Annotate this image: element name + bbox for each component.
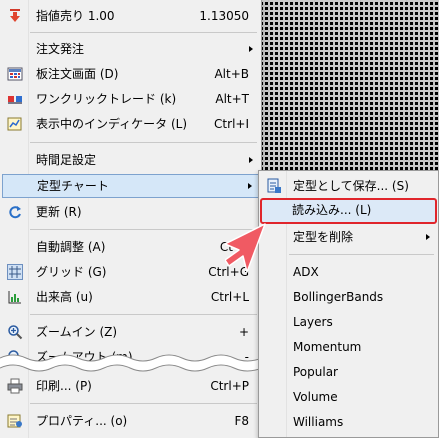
menu-item-label: 自動調整 (A) — [36, 240, 106, 254]
menu-item-label: 表示中のインディケータ (L) — [36, 117, 188, 131]
submenu-item-label: Volume — [293, 390, 338, 404]
submenu-item-label: BollingerBands — [293, 290, 384, 304]
grid-line — [406, 0, 407, 180]
menu-item-price: 1.13050 — [199, 9, 249, 23]
submenu-item-delete-template[interactable]: 定型を削除 — [261, 225, 436, 249]
submenu-arrow-icon — [249, 46, 253, 52]
menu-item-volume[interactable]: 出来高 (u) Ctrl+L — [2, 285, 259, 309]
submenu-item-label: Layers — [293, 315, 333, 329]
submenu-item-template[interactable]: ADX — [261, 260, 436, 284]
menu-separator — [30, 229, 257, 230]
submenu-item-load-template[interactable]: 読み込み... (L) — [260, 198, 437, 224]
wavy-cut-decoration — [0, 354, 262, 372]
grid-line — [258, 28, 439, 29]
submenu-item-template[interactable]: Volume — [261, 385, 436, 409]
submenu-item-label: Popular — [293, 365, 338, 379]
submenu-item-save-template[interactable]: 定型として保存... (S) — [261, 174, 436, 198]
menu-item-shortcut: Ctrl+I — [214, 117, 249, 131]
submenu-item-label: Momentum — [293, 340, 362, 354]
menu-separator — [30, 403, 257, 404]
submenu-item-label: 定型として保存... (S) — [293, 179, 409, 193]
menu-item-templates[interactable]: 定型チャート — [2, 174, 259, 198]
menu-separator — [30, 314, 257, 315]
menu-item-label: 印刷... (P) — [36, 379, 92, 393]
submenu-item-template[interactable]: Popular — [261, 360, 436, 384]
save-template-icon — [266, 178, 282, 194]
template-submenu: 定型として保存... (S) 読み込み... (L) 定型を削除 ADX Bol… — [258, 170, 439, 438]
grid-line — [258, 160, 439, 161]
menu-item-shortcut: Alt+B — [214, 67, 249, 81]
menu-separator — [30, 32, 257, 33]
grid-line — [268, 0, 269, 180]
one-click-trade-icon — [7, 91, 23, 107]
pointer-arrow-icon — [225, 223, 266, 273]
menu-item-one-click-trade[interactable]: ワンクリックトレード (k) Alt+T — [2, 87, 259, 111]
menu-item-shortcut: Ctrl+L — [210, 290, 249, 304]
menu-item-print[interactable]: 印刷... (P) Ctrl+P — [2, 374, 259, 398]
menu-item-sell-limit[interactable]: 指値売り 1.00 1.13050 — [2, 4, 259, 28]
menu-separator — [30, 142, 257, 143]
grid-line — [258, 72, 439, 73]
submenu-arrow-icon — [249, 157, 253, 163]
submenu-item-label: ADX — [293, 265, 319, 279]
chart-area[interactable] — [258, 0, 439, 180]
volume-icon — [7, 289, 23, 305]
menu-item-label: 注文発注 — [36, 42, 85, 56]
menu-item-shortcut: F8 — [234, 414, 249, 428]
menu-item-indicators[interactable]: 表示中のインディケータ (L) Ctrl+I — [2, 112, 259, 136]
zoom-in-icon — [7, 324, 23, 340]
menu-item-shortcut: Alt+T — [215, 92, 249, 106]
menu-item-label: 指値売り 1.00 — [36, 9, 115, 23]
menu-item-place-order[interactable]: 注文発注 — [2, 37, 259, 61]
menu-item-shortcut: Ctrl+P — [210, 379, 249, 393]
submenu-item-template[interactable]: Williams — [261, 410, 436, 434]
menu-separator — [289, 254, 434, 255]
menu-item-auto-scroll[interactable]: 自動調整 (A) Ct — [2, 235, 259, 259]
menu-item-label: 定型チャート — [37, 179, 109, 193]
grid-line — [258, 116, 439, 117]
menu-item-properties[interactable]: プロパティ... (o) F8 — [2, 409, 259, 433]
grid-icon — [7, 264, 23, 280]
refresh-icon — [7, 204, 23, 220]
submenu-item-template[interactable]: BollingerBands — [261, 285, 436, 309]
submenu-item-label: Williams — [293, 415, 344, 429]
grid-line — [360, 0, 361, 180]
menu-item-zoom-in[interactable]: ズームイン (Z) + — [2, 320, 259, 344]
indicator-icon — [7, 116, 23, 132]
menu-item-order-board[interactable]: 板注文画面 (D) Alt+B — [2, 62, 259, 86]
order-board-icon — [7, 66, 23, 82]
submenu-arrow-icon — [426, 234, 430, 240]
menu-item-shortcut: + — [238, 325, 249, 339]
menu-item-label: 時間足設定 — [36, 153, 97, 167]
submenu-arrow-icon — [248, 183, 252, 189]
menu-item-grid[interactable]: グリッド (G) Ctrl+G — [2, 260, 259, 284]
submenu-item-label: 定型を削除 — [293, 230, 354, 244]
menu-item-label: プロパティ... (o) — [36, 414, 128, 428]
menu-item-label: ワンクリックトレード (k) — [36, 92, 177, 106]
menu-item-label: 出来高 (u) — [36, 290, 93, 304]
menu-item-label: 更新 (R) — [36, 205, 82, 219]
menu-item-label: ズームイン (Z) — [36, 325, 118, 339]
menu-item-refresh[interactable]: 更新 (R) — [2, 200, 259, 224]
grid-line — [314, 0, 315, 180]
menu-item-label: 板注文画面 (D) — [36, 67, 119, 81]
print-icon — [7, 378, 23, 394]
properties-icon — [7, 413, 23, 429]
submenu-item-label: 読み込み... (L) — [292, 203, 372, 217]
menu-item-timeframe[interactable]: 時間足設定 — [2, 148, 259, 172]
submenu-item-template[interactable]: Layers — [261, 310, 436, 334]
sell-arrow-icon — [7, 8, 23, 24]
submenu-item-template[interactable]: Momentum — [261, 335, 436, 359]
menu-item-label: グリッド (G) — [36, 265, 107, 279]
